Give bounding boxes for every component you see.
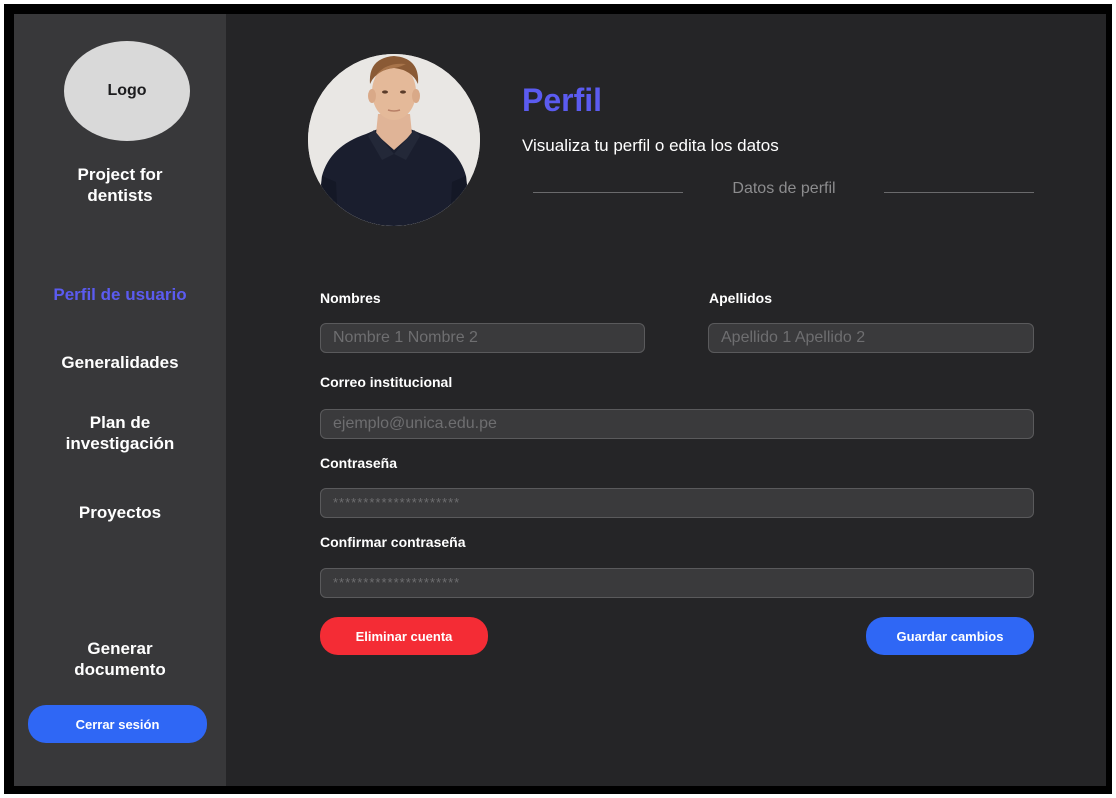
password-field[interactable]	[320, 488, 1034, 518]
divider-line-right	[884, 192, 1034, 193]
last-names-input[interactable]	[708, 323, 1034, 353]
save-changes-button[interactable]: Guardar cambios	[866, 617, 1034, 655]
sidebar: Logo Project for dentists Perfil de usua…	[14, 14, 226, 786]
divider-line-left	[533, 192, 683, 193]
email-label: Correo institucional	[320, 374, 453, 390]
logo-text: Logo	[107, 82, 147, 99]
confirm-password-field[interactable]	[320, 568, 1034, 598]
sidebar-item-perfil-de-usuario[interactable]: Perfil de usuario	[14, 284, 226, 305]
avatar	[308, 54, 480, 226]
sidebar-item-generalidades[interactable]: Generalidades	[14, 352, 226, 373]
sidebar-item-plan-de-investigacion[interactable]: Plan de investigación	[14, 412, 226, 454]
logo: Logo	[64, 41, 190, 141]
confirm-password-label: Confirmar contraseña	[320, 534, 466, 550]
profile-photo	[308, 54, 480, 226]
first-names-label: Nombres	[320, 290, 381, 306]
section-label: Datos de perfil	[732, 180, 836, 197]
email-field[interactable]	[320, 409, 1034, 439]
password-label: Contraseña	[320, 455, 398, 471]
logout-button[interactable]: Cerrar sesión	[28, 705, 207, 743]
sidebar-item-proyectos[interactable]: Proyectos	[14, 502, 226, 523]
app-name: Project for dentists	[77, 165, 163, 205]
page-subtitle: Visualiza tu perfil o edita los datos	[522, 136, 779, 155]
last-names-label: Apellidos	[709, 290, 773, 306]
sidebar-item-generar-documento[interactable]: Generar documento	[14, 638, 226, 680]
app-window: Logo Project for dentists Perfil de usua…	[14, 14, 1106, 786]
window-frame: Logo Project for dentists Perfil de usua…	[4, 4, 1112, 794]
delete-account-button[interactable]: Eliminar cuenta	[320, 617, 488, 655]
first-names-input[interactable]	[320, 323, 645, 353]
page-title: Perfil	[522, 82, 603, 118]
